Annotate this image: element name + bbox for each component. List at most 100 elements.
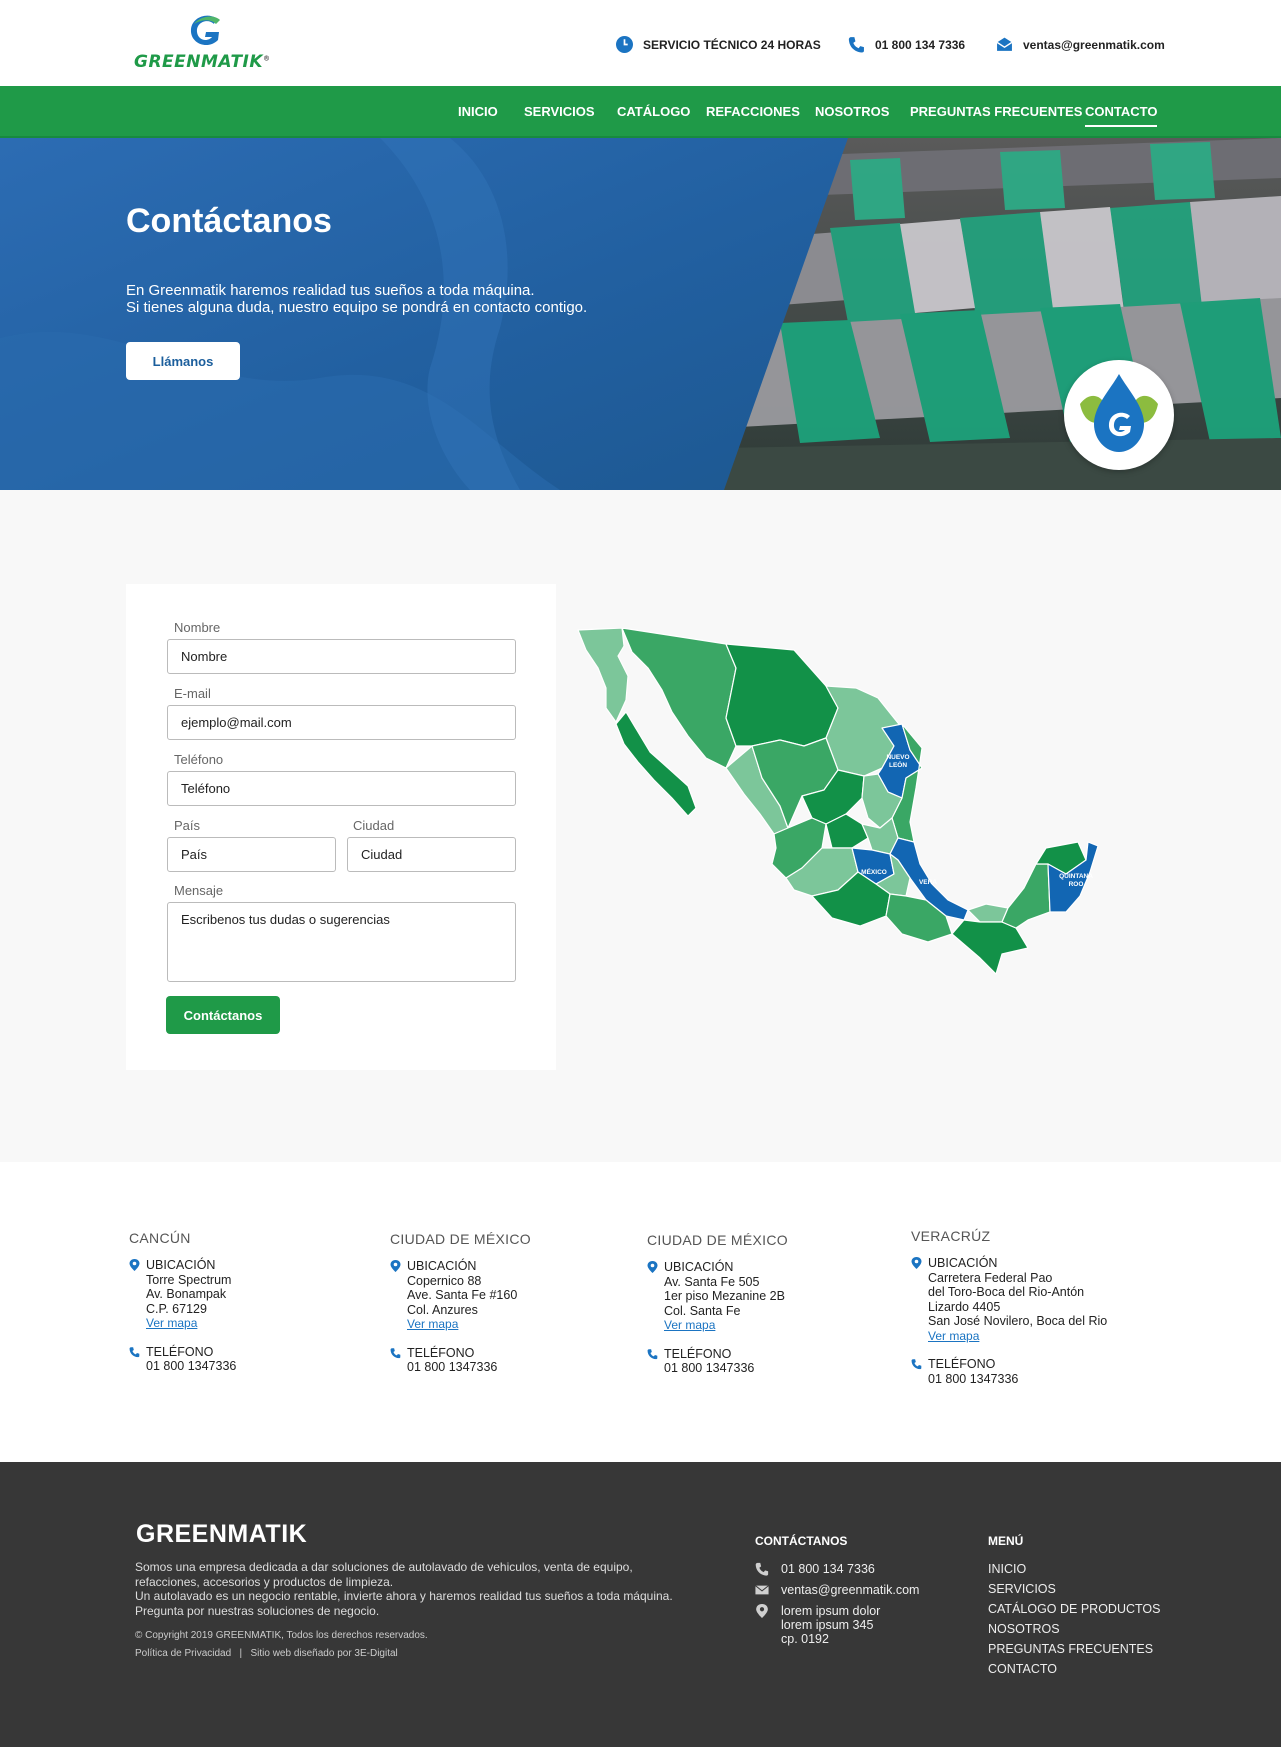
country-label: País (174, 818, 201, 833)
city-label: Ciudad (353, 818, 395, 833)
footer-menu-catalogo[interactable]: CATÁLOGO DE PRODUCTOS (988, 1602, 1160, 1616)
mail-icon (996, 37, 1013, 51)
hero-line-2: Si tienes alguna duda, nuestro equipo se… (126, 299, 588, 316)
address-line: San José Novilero, Boca del Rio (928, 1314, 1108, 1328)
office-cdmx-1: CIUDAD DE MÉXICO UBICACIÓN Copernico 88 … (390, 1231, 531, 1375)
phone-icon (647, 1348, 658, 1359)
message-textarea[interactable] (167, 902, 516, 982)
message-label: Mensaje (174, 883, 224, 898)
name-label: Nombre (174, 620, 221, 635)
phone-icon (129, 1346, 140, 1357)
hero-title: Contáctanos (126, 202, 332, 240)
designer-credit-link[interactable]: Sitio web diseñado por 3E-Digital (250, 1648, 397, 1659)
nav-servicios[interactable]: SERVICIOS (524, 104, 595, 119)
footer-menu-servicios[interactable]: SERVICIOS (988, 1582, 1160, 1596)
footer-brand: GREENMATIK (136, 1520, 308, 1548)
office-location: UBICACIÓN Copernico 88 Ave. Santa Fe #16… (390, 1259, 531, 1332)
logo-wordmark: GREENMATIK® (134, 52, 271, 72)
footer-menu-nosotros[interactable]: NOSOTROS (988, 1622, 1160, 1636)
nav-preguntas-frecuentes[interactable]: PREGUNTAS FRECUENTES (910, 104, 1082, 119)
nav-nosotros[interactable]: NOSOTROS (815, 104, 889, 119)
view-map-link[interactable]: Ver mapa (407, 1317, 458, 1332)
hero-description: En Greenmatik haremos realidad tus sueño… (126, 282, 587, 316)
map-state-tabasco[interactable] (967, 903, 1009, 923)
map-label-leon: LEÓN (889, 760, 907, 769)
footer-menu-contacto[interactable]: CONTACTO (988, 1662, 1160, 1676)
footer-address-line: lorem ipsum 345 (781, 1618, 874, 1632)
address-line: Copernico 88 (407, 1273, 482, 1288)
address-line: Av. Bonampak (146, 1287, 227, 1301)
nav-contacto[interactable]: CONTACTO (1085, 104, 1158, 127)
view-map-link[interactable]: Ver mapa (928, 1329, 979, 1344)
country-input[interactable] (167, 837, 336, 872)
footer-about: Somos una empresa dedicada a dar solucio… (135, 1560, 675, 1618)
view-map-link[interactable]: Ver mapa (146, 1316, 197, 1331)
submit-contact-button[interactable]: Contáctanos (166, 996, 280, 1034)
mexico-map: NUEVO LEÓN MÉXICO VERA QUINTANA ROO (577, 628, 1099, 975)
footer-about-paragraph-2: Un autolavado es un negocio rentable, in… (135, 1589, 673, 1618)
address-line: Ave. Santa Fe #160 (407, 1288, 518, 1302)
office-cdmx-2: CIUDAD DE MÉXICO UBICACIÓN Av. Santa Fe … (647, 1232, 788, 1376)
location-label: UBICACIÓN (146, 1258, 216, 1272)
phone-label: TELÉFONO (928, 1357, 996, 1371)
map-label-mexico: MÉXICO (861, 867, 887, 876)
header-email-text: ventas@greenmatik.com (1023, 37, 1165, 52)
service-text: SERVICIO TÉCNICO 24 HORAS (643, 37, 821, 52)
phone-icon (848, 37, 864, 53)
footer-menu-inicio[interactable]: INICIO (988, 1562, 1160, 1576)
phone-label: TELÉFONO (407, 1345, 475, 1360)
water-drop-logo-icon (1070, 366, 1168, 464)
phone-number: 01 800 1347336 (407, 1360, 498, 1374)
phone-icon (911, 1359, 922, 1370)
footer-address-line: cp. 0192 (781, 1632, 829, 1646)
email-input[interactable] (167, 705, 516, 740)
location-pin-icon (756, 1604, 768, 1618)
hero-line-1: En Greenmatik haremos realidad tus sueño… (126, 282, 535, 299)
office-location: UBICACIÓN Av. Santa Fe 505 1er piso Meza… (647, 1260, 788, 1333)
map-state-campeche[interactable] (1001, 863, 1051, 929)
address-line: Av. Santa Fe 505 (664, 1274, 760, 1289)
footer-phone[interactable]: 01 800 134 7336 (755, 1562, 875, 1576)
footer-email[interactable]: ventas@greenmatik.com (755, 1583, 919, 1597)
phone-number: 01 800 1347336 (146, 1359, 237, 1373)
name-input[interactable] (167, 639, 516, 674)
nav-refacciones[interactable]: REFACCIONES (706, 104, 800, 119)
office-location: UBICACIÓN Torre Spectrum Av. Bonampak C.… (129, 1258, 236, 1331)
location-pin-icon (647, 1261, 658, 1273)
top-header: GREENMATIK® SERVICIO TÉCNICO 24 HORAS 01… (0, 0, 1281, 86)
greenmatik-logo[interactable]: GREENMATIK® (134, 14, 284, 74)
header-email[interactable]: ventas@greenmatik.com (996, 36, 1165, 53)
phone-number: 01 800 1347336 (928, 1371, 1019, 1386)
location-pin-icon (129, 1259, 140, 1271)
nav-inicio[interactable]: INICIO (458, 104, 498, 119)
map-state-chihuahua[interactable] (725, 643, 839, 747)
city-input[interactable] (347, 837, 516, 872)
map-label-veracruz: VERA (919, 879, 937, 886)
footer-email-text: ventas@greenmatik.com (781, 1583, 920, 1597)
main-nav: INICIO SERVICIOS CATÁLOGO REFACCIONES NO… (0, 86, 1281, 138)
map-label-quintana: QUINTANA (1059, 873, 1093, 880)
privacy-policy-link[interactable]: Política de Privacidad (135, 1648, 231, 1659)
footer-about-paragraph-1: Somos una empresa dedicada a dar solucio… (135, 1560, 633, 1589)
header-phone-text: 01 800 134 7336 (875, 37, 966, 52)
phone-label: Teléfono (174, 752, 224, 767)
footer-legal-links: Política de Privacidad | Sitio web diseñ… (135, 1648, 398, 1659)
map-state-baja-california[interactable] (577, 628, 629, 723)
office-phone: TELÉFONO 01 800 1347336 (390, 1346, 531, 1375)
greenmatik-drop-badge (1064, 360, 1174, 470)
office-cancun: CANCÚN UBICACIÓN Torre Spectrum Av. Bona… (129, 1230, 236, 1374)
office-veracruz: VERACRÚZ UBICACIÓN Carretera Federal Pao… (911, 1228, 1107, 1386)
header-phone[interactable]: 01 800 134 7336 (848, 36, 965, 53)
view-map-link[interactable]: Ver mapa (664, 1318, 715, 1333)
call-us-button[interactable]: Llámanos (126, 342, 240, 380)
address-line: Carretera Federal Pao (928, 1270, 1053, 1285)
phone-label: TELÉFONO (146, 1344, 214, 1359)
service-info: SERVICIO TÉCNICO 24 HORAS (616, 36, 821, 53)
phone-input[interactable] (167, 771, 516, 806)
office-phone: TELÉFONO 01 800 1347336 (911, 1357, 1107, 1386)
address-line: Col. Anzures (407, 1302, 478, 1317)
address-line: Torre Spectrum (146, 1272, 232, 1287)
footer-menu-preguntas[interactable]: PREGUNTAS FRECUENTES (988, 1642, 1160, 1656)
nav-catalogo[interactable]: CATÁLOGO (617, 104, 690, 119)
footer: GREENMATIK Somos una empresa dedicada a … (0, 1462, 1281, 1747)
